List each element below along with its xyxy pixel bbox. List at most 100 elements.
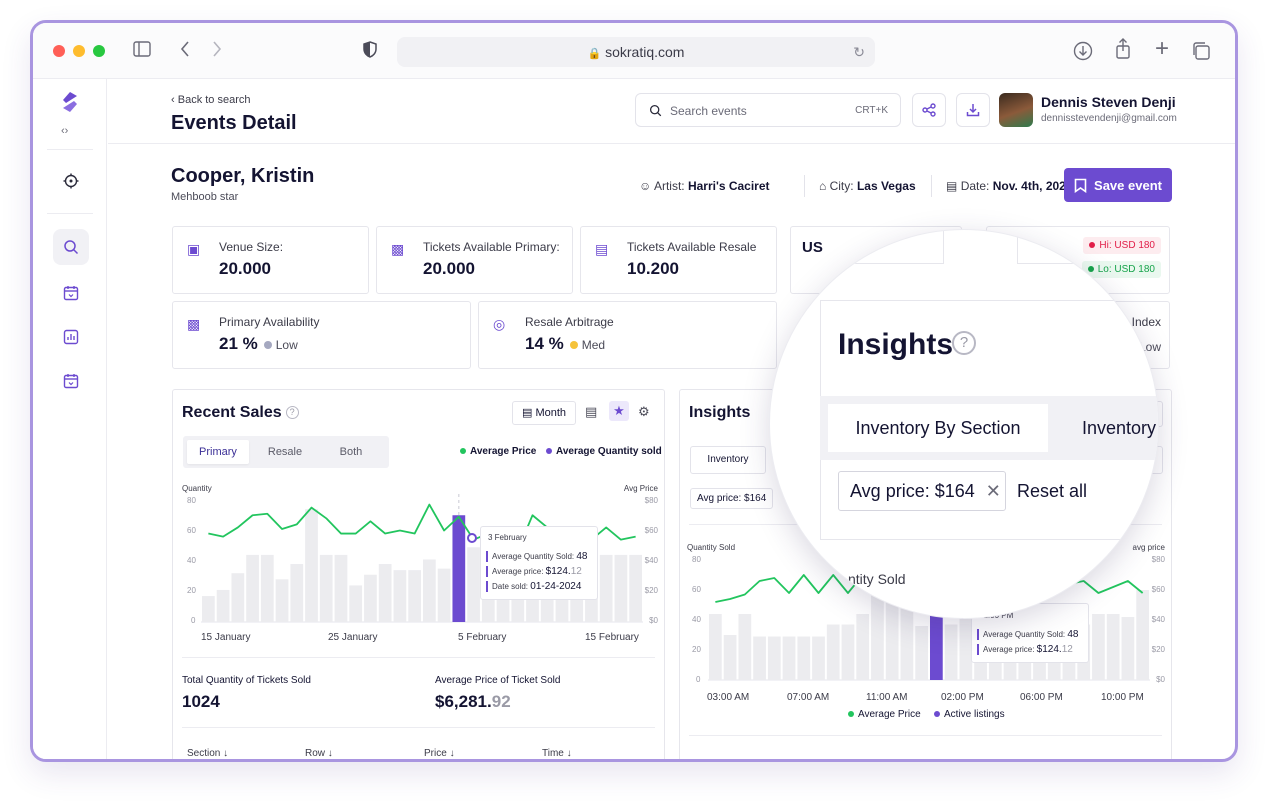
chart-bar[interactable] — [378, 564, 392, 622]
help-icon[interactable]: ? — [952, 331, 976, 355]
search-input[interactable]: Search events CRT+K — [635, 93, 901, 127]
chart-bar[interactable] — [393, 570, 407, 622]
chart-bar[interactable] — [290, 564, 304, 622]
chart-bar[interactable] — [826, 624, 840, 681]
chart-bar[interactable] — [334, 554, 348, 622]
chart-bar[interactable] — [423, 559, 436, 622]
chart-bar[interactable] — [944, 624, 958, 681]
chart-bar[interactable] — [782, 636, 796, 681]
chart-bar[interactable] — [723, 635, 737, 680]
back-arrow-icon[interactable] — [179, 40, 191, 61]
zoom-window-button[interactable] — [93, 45, 105, 57]
new-tab-icon[interactable]: + — [1155, 37, 1169, 61]
save-event-button[interactable]: Save event — [1064, 168, 1172, 202]
chart-bar[interactable] — [319, 554, 333, 622]
chart-bar[interactable] — [1136, 590, 1149, 680]
chart-bar[interactable] — [275, 579, 289, 622]
chart-bar[interactable] — [1106, 614, 1120, 680]
magnified-filter-chip[interactable]: Avg price: $164 ✕ — [838, 471, 1006, 511]
event-subtitle: Mehboob star — [171, 191, 239, 203]
reset-all-button[interactable]: Reset all — [1017, 481, 1087, 502]
shield-icon — [363, 41, 377, 61]
chart-bar[interactable] — [885, 596, 899, 680]
chart-bar[interactable] — [246, 554, 259, 622]
chart-bar[interactable] — [231, 573, 245, 622]
tooltip-marker — [467, 533, 477, 543]
chart-bar[interactable] — [599, 554, 613, 622]
chart-bar[interactable] — [1121, 617, 1135, 680]
chart-icon[interactable] — [53, 319, 89, 355]
venue-size-card: ▣ Venue Size: 20.000 — [172, 226, 369, 294]
share-icon[interactable] — [1115, 38, 1131, 63]
chart-bar[interactable] — [305, 509, 318, 622]
chart-bar[interactable] — [841, 624, 855, 681]
tabs-overview-icon[interactable] — [1191, 41, 1211, 64]
primary-availability-value: 21 % Low — [219, 334, 298, 354]
chart-bar[interactable] — [408, 570, 421, 622]
calendar-event-icon[interactable] — [53, 363, 89, 399]
x-tick: 5 February — [458, 632, 507, 643]
chart-bar[interactable] — [753, 636, 766, 681]
primary-availability-label: Primary Availability — [219, 315, 320, 329]
chart-bar[interactable] — [260, 554, 274, 622]
back-to-search-link[interactable]: ‹ Back to search — [171, 94, 251, 106]
chart-bar[interactable] — [797, 636, 811, 681]
divider — [820, 539, 1158, 540]
chart-bar[interactable] — [871, 590, 884, 680]
chart-bar[interactable] — [202, 596, 215, 622]
artist-value: Harri's Caciret — [687, 179, 770, 193]
chart-bar[interactable] — [709, 614, 722, 680]
legend-label: Active listings — [944, 709, 1005, 720]
total-qty-value: 1024 — [182, 692, 220, 711]
search-icon[interactable] — [53, 229, 89, 265]
x-tick: 07:00 AM — [787, 692, 830, 703]
collapse-sidebar-icon[interactable]: ‹› — [61, 125, 68, 137]
app-logo[interactable] — [61, 91, 79, 118]
sidebar-toggle-icon[interactable] — [133, 41, 151, 60]
back-label: Back to search — [177, 94, 251, 106]
forward-arrow-icon[interactable] — [211, 40, 223, 61]
download-button[interactable] — [956, 93, 990, 127]
highlighted-bar[interactable] — [930, 614, 943, 680]
close-icon[interactable]: ✕ — [986, 481, 1001, 501]
chart-bar[interactable] — [216, 589, 230, 622]
date-meta: ▤ Date: Nov. 4th, 2024 — [946, 179, 1073, 193]
recent-sales-panel: Recent Sales? ▤ Month ▤ ★ ⚙ Primary Resa… — [172, 389, 665, 759]
tooltip-date-sold-row: Date sold: 01-24-2024 — [486, 581, 581, 592]
share-button[interactable] — [912, 93, 946, 127]
tab-inventory[interactable]: Inventory — [1082, 404, 1156, 452]
minimize-window-button[interactable] — [73, 45, 85, 57]
legend-average-price: Average Price — [848, 709, 921, 720]
chart-bar[interactable] — [900, 605, 914, 680]
chart-bar[interactable] — [767, 636, 781, 681]
download-icon[interactable] — [1073, 41, 1093, 64]
chart-bar[interactable] — [856, 614, 870, 680]
column-header-price[interactable]: Price ↓ — [424, 748, 455, 759]
chart-bar[interactable] — [1092, 614, 1105, 680]
tab-inventory-by-section[interactable]: Inventory By Section — [828, 404, 1048, 452]
resale-arbitrage-value: 14 % Med — [525, 334, 605, 354]
arbitrage-icon: ◎ — [493, 316, 506, 332]
city-icon: ⌂ — [819, 179, 827, 193]
chart-bar[interactable] — [629, 554, 642, 622]
chart-bar[interactable] — [812, 636, 825, 681]
reload-icon[interactable]: ↻ — [853, 37, 865, 67]
chart-bar[interactable] — [349, 585, 363, 622]
chart-bar[interactable] — [437, 568, 451, 622]
target-icon[interactable] — [53, 163, 89, 199]
chart-bar[interactable] — [738, 614, 752, 680]
column-header-time[interactable]: Time ↓ — [542, 748, 572, 759]
column-header-row[interactable]: Row ↓ — [305, 748, 333, 759]
chart-bar[interactable] — [614, 554, 628, 622]
avg-price-dec: 92 — [491, 692, 511, 711]
calendar-icon[interactable] — [53, 275, 89, 311]
chart-bar[interactable] — [467, 547, 480, 622]
close-window-button[interactable] — [53, 45, 65, 57]
chart-bar[interactable] — [364, 574, 377, 622]
avatar[interactable] — [999, 93, 1033, 127]
chart-bar[interactable] — [915, 626, 928, 680]
address-bar[interactable]: 🔒 sokratiq.com ↻ — [397, 37, 875, 67]
highlighted-bar[interactable] — [452, 515, 466, 622]
column-header-section[interactable]: Section ↓ — [187, 748, 228, 759]
tickets-primary-card: ▩ Tickets Available Primary: 20.000 — [376, 226, 573, 294]
